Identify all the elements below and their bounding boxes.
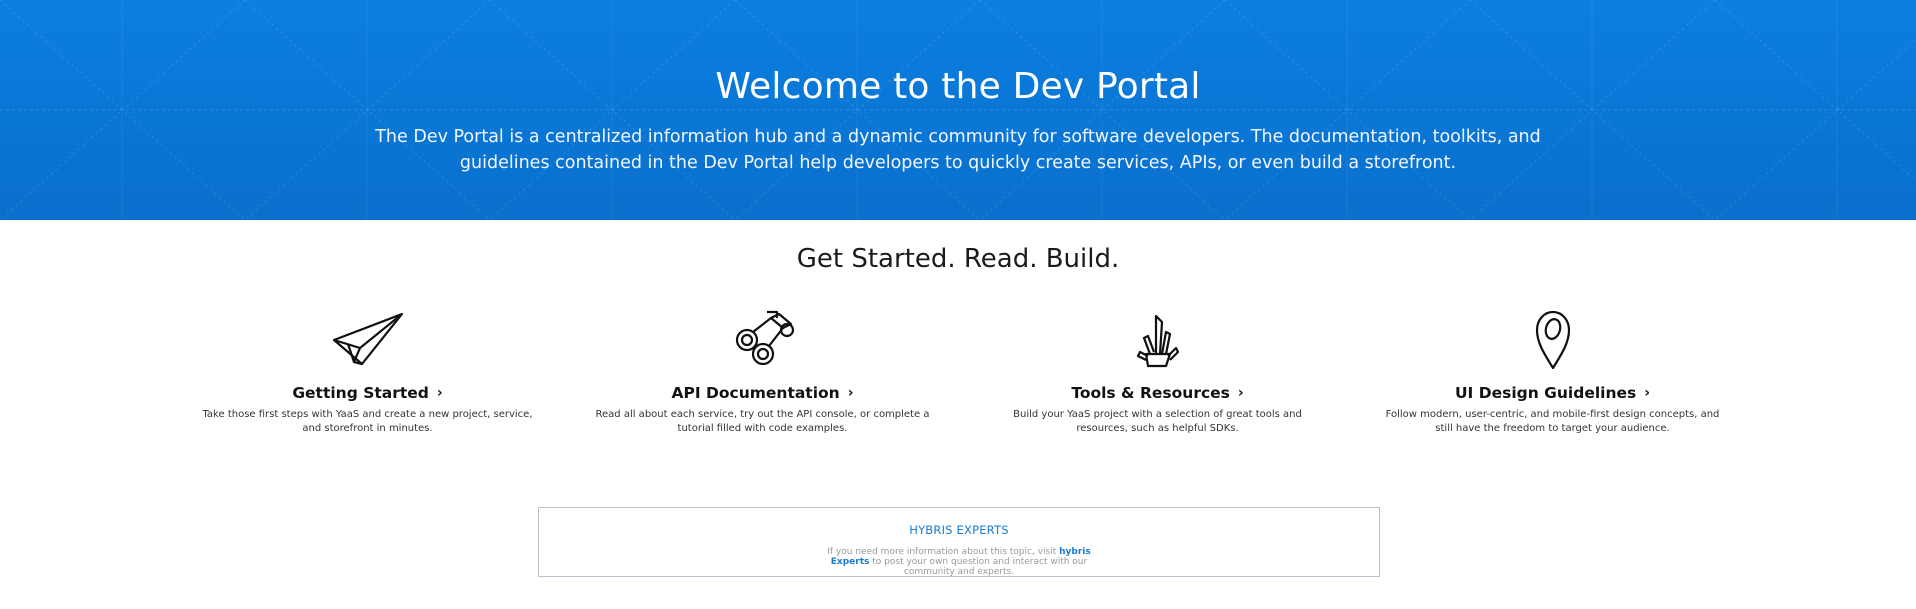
page-title: Welcome to the Dev Portal [715,66,1201,108]
hero-description: The Dev Portal is a centralized informat… [375,126,1541,173]
hero-banner: Welcome to the Dev Portal The Dev Portal… [0,0,1916,220]
feature-description: Take those first steps with YaaS and cre… [202,409,533,434]
feature-title: Getting Started [292,384,429,402]
feature-title: UI Design Guidelines [1454,384,1637,402]
ui-design-guidelines-link[interactable]: UI Design Guidelines › [1455,384,1650,402]
paper-plane-icon [195,310,540,370]
getting-started-link[interactable]: Getting Started › [292,384,442,402]
api-documentation-link[interactable]: API Documentation › [671,384,853,402]
feature-tools-resources: Tools & Resources › Build your YaaS proj… [985,310,1330,436]
chevron-right-icon: › [847,385,854,401]
experts-title: HYBRIS EXPERTS [909,523,1009,537]
tools-resources-link[interactable]: Tools & Resources › [1071,384,1243,402]
feature-description: Follow modern, user-centric, and mobile-… [1385,409,1720,434]
section-title: Get Started. Read. Build. [796,244,1120,274]
experts-text: If you need more information about this … [809,547,1109,577]
chevron-right-icon: › [436,385,443,401]
experts-text-after: to post your own question and interact w… [872,557,1088,577]
chevron-right-icon: › [1644,385,1651,401]
feature-description: Read all about each service, try out the… [595,409,930,434]
feature-description: Build your YaaS project with a selection… [1013,409,1302,434]
feature-api-documentation: API Documentation › Read all about each … [590,310,935,436]
experts-text-before: If you need more information about this … [827,547,1057,557]
hero-background-pattern [0,0,1916,220]
hybris-experts-box: HYBRIS EXPERTS If you need more informat… [538,507,1380,577]
feature-getting-started: Getting Started › Take those first steps… [195,310,540,436]
feature-ui-design-guidelines: UI Design Guidelines › Follow modern, us… [1380,310,1725,436]
chevron-right-icon: › [1237,385,1244,401]
feature-title: API Documentation [671,384,840,402]
feature-title: Tools & Resources [1071,384,1230,402]
binoculars-icon [590,310,935,370]
map-pin-icon [1380,310,1725,370]
swiss-army-knife-icon [985,310,1330,370]
